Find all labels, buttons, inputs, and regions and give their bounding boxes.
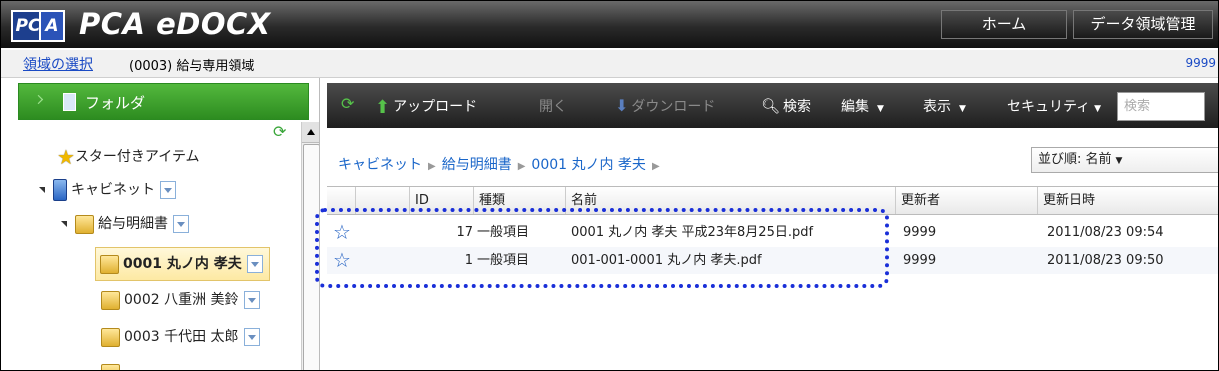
- folder-icon: [101, 327, 120, 347]
- cell-updated: 2011/08/23 09:50: [1047, 253, 1164, 268]
- folder-header-label: フォルダ: [85, 94, 146, 112]
- search-button[interactable]: 🔍︎ 検索: [761, 96, 811, 116]
- scroll-up-icon[interactable]: [302, 122, 320, 143]
- home-button[interactable]: ホーム: [941, 10, 1067, 39]
- upload-button[interactable]: ⬆ アップロード: [375, 96, 477, 118]
- logo-mark-right: A: [39, 10, 65, 42]
- dropdown-icon[interactable]: [173, 215, 189, 233]
- caret-down-icon: ▼: [959, 104, 966, 114]
- magnifier-icon: 🔍︎: [761, 97, 781, 115]
- tree-item-label: 0001 丸ノ内 孝夫: [123, 256, 242, 272]
- folder-tree: ★スター付きアイテム キャビネット 給与明細書 0001 丸ノ内 孝夫 0002…: [11, 122, 291, 370]
- data-area-button[interactable]: データ領域管理: [1073, 10, 1213, 39]
- upload-label: アップロード: [393, 99, 478, 115]
- upload-icon: ⬆: [375, 97, 391, 118]
- folder-icon: [101, 290, 120, 310]
- view-label: 表示: [923, 99, 951, 115]
- sort-label: 並び順: 名前: [1038, 152, 1112, 167]
- download-label: ダウンロード: [631, 99, 716, 115]
- app-title: PCA eDOCX: [79, 7, 271, 41]
- folder-header[interactable]: フォルダ: [18, 83, 309, 120]
- column-updater[interactable]: 更新者: [895, 187, 1037, 214]
- breadcrumb-item[interactable]: 給与明細書: [442, 157, 512, 173]
- highlight-annotation: [315, 208, 889, 288]
- view-menu[interactable]: 表示 ▼: [923, 96, 966, 116]
- chevron-right-icon: ▶: [428, 161, 436, 172]
- tree-item-0001[interactable]: 0001 丸ノ内 孝夫: [95, 247, 270, 281]
- cell-updater: 9999: [903, 253, 937, 268]
- expand-icon[interactable]: [61, 221, 67, 227]
- tree-item-partial[interactable]: [101, 360, 124, 370]
- folder-panel: フォルダ ⟳ ★スター付きアイテム キャビネット 給与明細書 0001 丸ノ内 …: [11, 78, 320, 370]
- tree-item-label: 給与明細書: [98, 216, 168, 232]
- toolbar: ⟳ ⬆ アップロード 開く ⬇ ダウンロード 🔍︎ 検索 編集 ▼ 表示 ▼ セキュリティ…: [327, 83, 1218, 128]
- cabinet-icon: [63, 93, 76, 111]
- tree-item-payslips[interactable]: 給与明細書: [61, 211, 189, 237]
- tree-item-label: スター付きアイテム: [74, 149, 200, 165]
- user-code[interactable]: 9999: [1185, 56, 1216, 70]
- search-input[interactable]: 検索: [1117, 92, 1205, 121]
- caret-down-icon: ▼: [1094, 104, 1102, 114]
- breadcrumb-item[interactable]: キャビネット: [338, 157, 422, 173]
- caret-down-icon: ▼: [1115, 156, 1123, 166]
- chevron-icon: [33, 94, 44, 105]
- open-button[interactable]: 開く: [539, 96, 567, 116]
- tree-item-starred[interactable]: ★スター付きアイテム: [57, 144, 200, 170]
- current-area: (0003) 給与専用領域: [129, 59, 255, 74]
- tree-item-label: 0003 千代田 太郎: [124, 329, 239, 345]
- sort-select[interactable]: 並び順: 名前 ▼: [1031, 147, 1218, 173]
- security-menu[interactable]: セキュリティ ▼: [1007, 96, 1101, 116]
- caret-down-icon: ▼: [877, 104, 884, 114]
- cell-updater: 9999: [903, 225, 937, 240]
- folder-icon: [75, 214, 94, 234]
- refresh-icon[interactable]: ⟳: [341, 94, 354, 113]
- dropdown-icon[interactable]: [243, 291, 260, 309]
- download-icon: ⬇: [615, 96, 629, 115]
- security-label: セキュリティ: [1007, 99, 1091, 115]
- breadcrumb-item[interactable]: 0001 丸ノ内 孝夫: [531, 157, 646, 173]
- download-button[interactable]: ⬇ ダウンロード: [615, 96, 715, 116]
- area-bar: 領域の選択 (0003) 給与専用領域 9999: [1, 50, 1218, 78]
- tree-item-0002[interactable]: 0002 八重洲 美鈴: [101, 287, 260, 313]
- folder-icon: [101, 363, 120, 370]
- cabinet-icon: [53, 179, 67, 201]
- dropdown-icon[interactable]: [243, 328, 260, 346]
- app-header: PC A PCA eDOCX ホーム データ領域管理: [1, 1, 1218, 48]
- app-window: PC A PCA eDOCX ホーム データ領域管理 領域の選択 (0003) …: [0, 0, 1219, 371]
- column-updated[interactable]: 更新日時: [1037, 187, 1218, 214]
- cell-updated: 2011/08/23 09:54: [1047, 225, 1164, 240]
- breadcrumb: キャビネット ▶ 給与明細書 ▶ 0001 丸ノ内 孝夫 ▶: [338, 154, 666, 174]
- area-select-link[interactable]: 領域の選択: [23, 54, 93, 74]
- tree-item-0003[interactable]: 0003 千代田 太郎: [101, 324, 260, 350]
- edit-menu[interactable]: 編集 ▼: [841, 96, 884, 116]
- tree-item-cabinet[interactable]: キャビネット: [39, 177, 176, 203]
- edit-label: 編集: [841, 99, 869, 115]
- chevron-right-icon: ▶: [517, 161, 526, 172]
- tree-item-label: キャビネット: [71, 182, 155, 198]
- expand-icon[interactable]: [39, 187, 45, 193]
- tree-item-label: 0002 八重洲 美鈴: [124, 292, 239, 308]
- star-icon: ★: [57, 145, 75, 169]
- folder-icon: [100, 254, 119, 274]
- dropdown-icon[interactable]: [160, 181, 176, 199]
- chevron-right-icon: ▶: [651, 161, 660, 172]
- dropdown-icon[interactable]: [246, 255, 263, 273]
- search-label: 検索: [783, 99, 812, 115]
